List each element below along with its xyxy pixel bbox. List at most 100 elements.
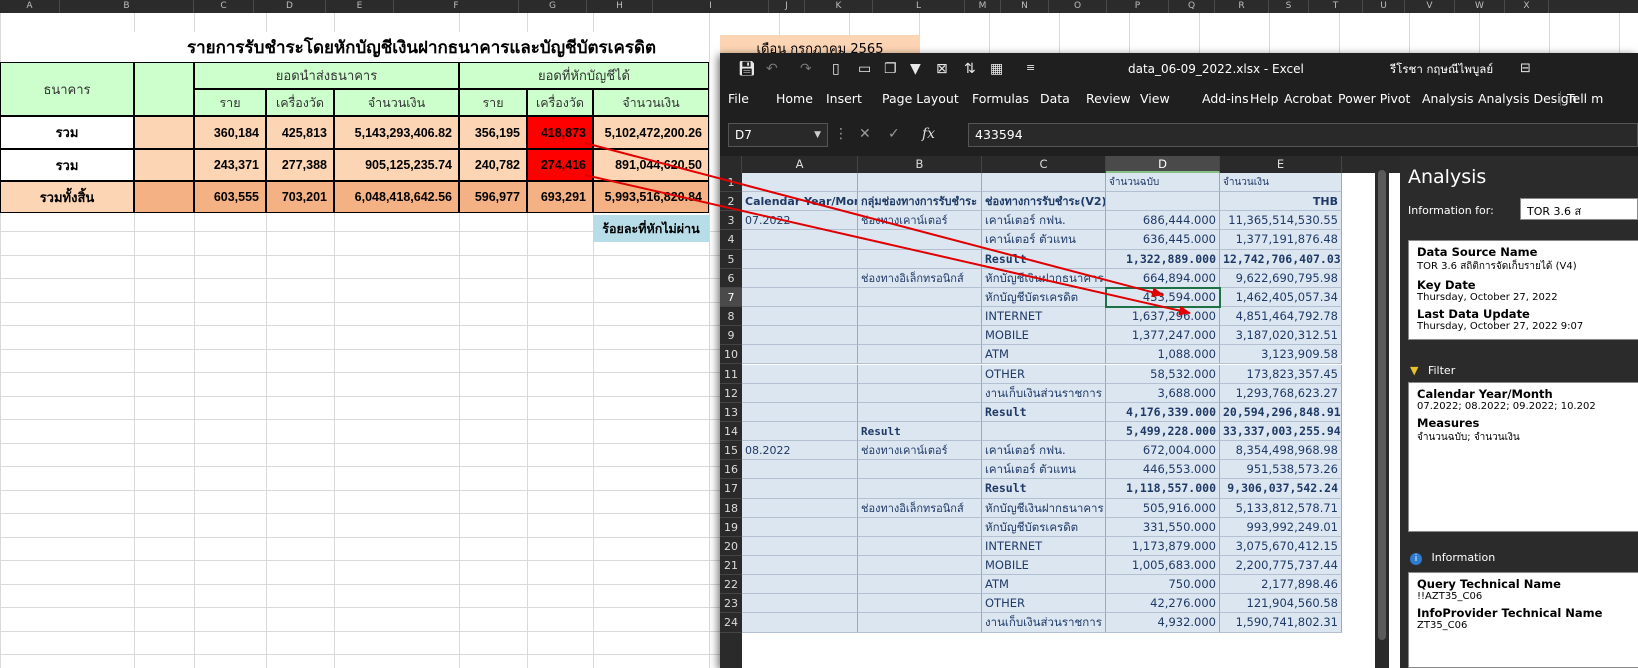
grid-cell[interactable]: 1,377,247.000 (1106, 326, 1220, 346)
grid-cell[interactable] (742, 479, 858, 499)
sort-icon[interactable]: ⇅ (964, 61, 976, 77)
insert-function-icon[interactable]: fx (922, 126, 935, 142)
grid-cell[interactable]: ช่องทางอิเล็กทรอนิกส์ (858, 268, 982, 288)
row-header[interactable]: 22 (720, 575, 742, 595)
tab-analysis[interactable]: Analysis (1422, 91, 1474, 106)
grid-cell[interactable] (742, 345, 858, 365)
grid-cell[interactable] (858, 556, 982, 576)
grid-cell[interactable]: งานเก็บเงินส่วนราชการ (982, 613, 1106, 633)
grid-cell[interactable]: หักบัญชีเงินฝากธนาคาร (982, 268, 1106, 288)
grid-cell[interactable] (858, 307, 982, 327)
grid-cell[interactable]: หักบัญชีบัตรเครดิต (982, 287, 1106, 308)
row-header[interactable]: 10 (720, 345, 742, 365)
grid-cell[interactable]: 58,532.000 (1106, 364, 1220, 384)
grid-cell[interactable] (742, 268, 858, 288)
grid-cell[interactable]: 1,293,768,623.27 (1220, 383, 1342, 403)
grid-cell[interactable]: 1,173,879.000 (1106, 536, 1220, 556)
row-header[interactable]: 18 (720, 499, 742, 518)
row-header[interactable]: 4 (720, 230, 742, 250)
grid-cell[interactable]: 686,444.000 (1106, 211, 1220, 231)
grid-cell[interactable]: กลุ่มช่องทางการรับชำระ (858, 192, 982, 212)
col-header-a[interactable]: A (742, 156, 858, 173)
grid-cell[interactable] (858, 326, 982, 346)
redo-icon[interactable]: ↷ (800, 61, 812, 77)
grid-cell[interactable] (742, 575, 858, 595)
grid-cell[interactable] (742, 594, 858, 614)
grid-cell[interactable] (742, 421, 858, 442)
grid-cell[interactable]: 1,088.000 (1106, 345, 1220, 365)
filter-header[interactable]: ▼ Filter (1410, 364, 1455, 377)
row-header[interactable]: 23 (720, 594, 742, 614)
grid-cell[interactable] (742, 364, 858, 384)
grid-cell[interactable]: INTERNET (982, 536, 1106, 556)
grid-cell[interactable]: 750.000 (1106, 575, 1220, 595)
grid-cell[interactable]: 3,123,909.58 (1220, 345, 1342, 365)
grid-cell[interactable] (858, 479, 982, 499)
grid-cell[interactable]: 8,354,498,968.98 (1220, 441, 1342, 461)
tab-view[interactable]: View (1140, 91, 1170, 106)
grid-cell[interactable]: 664,894.000 (1106, 268, 1220, 288)
tab-formulas[interactable]: Formulas (972, 91, 1029, 106)
grid-cell[interactable] (858, 594, 982, 614)
grid-cell[interactable]: 42,276.000 (1106, 594, 1220, 614)
formula-input[interactable]: 433594 (968, 123, 1638, 147)
row-header[interactable]: 2 (720, 192, 742, 212)
grid-cell[interactable] (858, 402, 982, 422)
grid-cell[interactable] (858, 575, 982, 595)
grid-cell[interactable]: งานเก็บเงินส่วนราชการ (982, 383, 1106, 403)
grid-cell[interactable]: 9,306,037,542.24 (1220, 479, 1342, 499)
grid-cell[interactable]: 9,622,690,795.98 (1220, 268, 1342, 288)
grid-cell[interactable] (742, 173, 858, 193)
grid-cell[interactable] (982, 421, 1106, 442)
grid-cell[interactable] (742, 287, 858, 308)
grid-cell[interactable] (858, 345, 982, 365)
grid-cell[interactable]: THB (1220, 192, 1342, 212)
vertical-scrollbar[interactable] (1375, 156, 1389, 668)
grid-cell[interactable]: 993,992,249.01 (1220, 517, 1342, 537)
grid-cell[interactable] (742, 383, 858, 403)
grid-cell[interactable]: 1,377,191,876.48 (1220, 230, 1342, 250)
new-file-icon[interactable]: ▯ (832, 61, 840, 77)
grid-cell[interactable] (858, 517, 982, 537)
grid-cell[interactable]: 33,337,003,255.94 (1220, 421, 1342, 442)
grid-cell[interactable]: ช่องทางการรับชำระ(V2) (982, 192, 1106, 212)
grid-cell[interactable] (742, 498, 858, 518)
grid-cell[interactable] (742, 613, 858, 633)
tab-help[interactable]: Help (1250, 91, 1279, 106)
row-header[interactable]: 7 (720, 287, 742, 308)
row-header[interactable]: 9 (720, 326, 742, 346)
grid-cell[interactable]: Result (858, 421, 982, 442)
tab-add-ins[interactable]: Add-ins (1202, 91, 1249, 106)
clear-filter-icon[interactable]: ⊠ (936, 61, 948, 77)
row-header[interactable]: 20 (720, 537, 742, 556)
grid-cell[interactable]: หักบัญชีเงินฝากธนาคาร (982, 498, 1106, 518)
ribbon-display-icon[interactable]: ⊟ (1520, 61, 1531, 76)
grid-cell[interactable] (742, 402, 858, 422)
grid-cell[interactable] (982, 173, 1106, 193)
grid-cell[interactable]: OTHER (982, 594, 1106, 614)
grid-cell[interactable] (742, 249, 858, 269)
col-header-e[interactable]: E (1220, 156, 1342, 173)
selected-cell[interactable] (1105, 286, 1221, 309)
tab-data[interactable]: Data (1040, 91, 1070, 106)
grid-cell[interactable]: 4,932.000 (1106, 613, 1220, 633)
grid-cell[interactable]: เคาน์เตอร์ กฟน. (982, 441, 1106, 461)
grid-cell[interactable]: 1,590,741,802.31 (1220, 613, 1342, 633)
grid-cell[interactable] (858, 613, 982, 633)
grid-cell[interactable] (858, 536, 982, 556)
row-header[interactable]: 16 (720, 460, 742, 480)
row-header[interactable]: 14 (720, 422, 742, 442)
col-header-d[interactable]: D (1106, 156, 1220, 173)
grid-cell[interactable]: เคาน์เตอร์ กฟน. (982, 211, 1106, 231)
grid-cell[interactable]: 07.2022 (742, 211, 858, 231)
tab-power-pivot[interactable]: Power Pivot (1338, 91, 1410, 106)
tab-file[interactable]: File (728, 91, 749, 106)
row-header[interactable]: 13 (720, 403, 742, 422)
grid-cell[interactable]: 173,823,357.45 (1220, 364, 1342, 384)
grid-cell[interactable]: Result (982, 249, 1106, 269)
grid-cell[interactable]: 2,177,898.46 (1220, 575, 1342, 595)
grid-cell[interactable]: 331,550.000 (1106, 517, 1220, 537)
tab-acrobat[interactable]: Acrobat (1284, 91, 1332, 106)
grid-cell[interactable]: จำนวนฉบับ (1106, 173, 1220, 193)
row-header[interactable]: 3 (720, 211, 742, 231)
